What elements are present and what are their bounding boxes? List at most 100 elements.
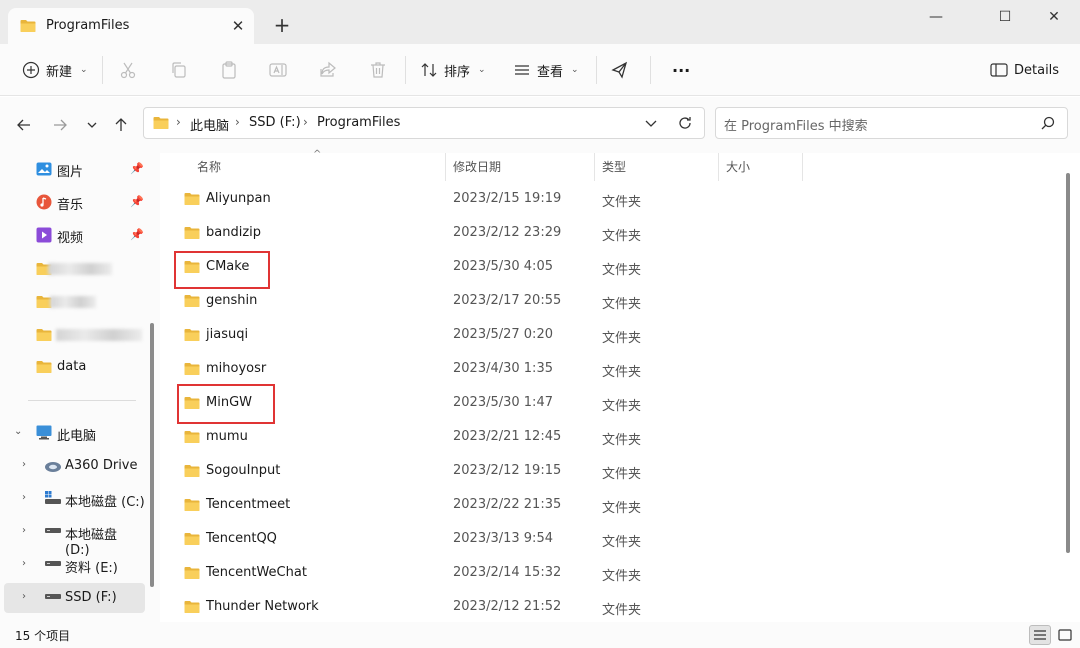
recent-locations-button[interactable]: [80, 113, 104, 137]
file-row[interactable]: TencentWeChat 2023/2/14 15:32 文件夹: [172, 557, 1052, 591]
chevron-right-icon[interactable]: ›: [22, 558, 26, 569]
more-button[interactable]: ···: [672, 58, 690, 82]
sidebar-item-data[interactable]: data: [0, 352, 145, 382]
sort-label: 排序: [444, 64, 471, 80]
refresh-icon[interactable]: [677, 115, 693, 131]
tiles-view-button[interactable]: [1054, 625, 1076, 645]
address-dropdown-icon[interactable]: [644, 118, 658, 130]
address-bar[interactable]: › 此电脑 › SSD (F:) › ProgramFiles: [143, 107, 705, 139]
music-icon: [36, 194, 52, 210]
column-divider[interactable]: [718, 153, 719, 181]
file-row[interactable]: Aliyunpan 2023/2/15 19:19 文件夹: [172, 183, 1052, 217]
sort-button[interactable]: 排序 ⌄: [420, 58, 486, 82]
maximize-button[interactable]: ☐: [982, 6, 1028, 28]
search-input[interactable]: 在 ProgramFiles 中搜索: [715, 107, 1068, 139]
file-name: SogouInput: [206, 463, 281, 478]
rename-icon: [269, 63, 287, 77]
delete-button[interactable]: [368, 58, 388, 82]
file-row[interactable]: Thunder Network 2023/2/12 21:52 文件夹: [172, 591, 1052, 625]
new-tab-button[interactable]: +: [266, 14, 298, 38]
column-divider[interactable]: [802, 153, 803, 181]
file-date: 2023/5/27 0:20: [453, 327, 553, 342]
file-date: 2023/2/12 23:29: [453, 225, 562, 240]
file-row[interactable]: SogouInput 2023/2/12 19:15 文件夹: [172, 455, 1052, 489]
sidebar-item-blurred[interactable]: [0, 253, 145, 283]
sidebar-item-music[interactable]: 音乐 📌: [0, 187, 145, 217]
folder-icon: [184, 600, 200, 614]
view-button[interactable]: 查看 ⌄: [513, 58, 579, 82]
details-pane-icon: [990, 63, 1008, 77]
rename-button[interactable]: [268, 58, 288, 82]
file-name: mumu: [206, 429, 248, 444]
file-list-scrollbar[interactable]: [1066, 173, 1070, 553]
breadcrumb-programfiles[interactable]: ProgramFiles: [317, 115, 400, 130]
chevron-right-icon[interactable]: ›: [22, 591, 26, 602]
breadcrumb-this-pc[interactable]: 此电脑: [190, 115, 229, 134]
sidebar-item-a360[interactable]: › A360 Drive: [0, 451, 145, 481]
sidebar-item-pictures[interactable]: 图片 📌: [0, 154, 145, 184]
tab-close-icon[interactable]: ✕: [228, 16, 248, 36]
column-header-date[interactable]: 修改日期: [453, 158, 501, 175]
file-date: 2023/2/15 19:19: [453, 191, 562, 206]
filter-button[interactable]: [610, 58, 630, 82]
file-row[interactable]: Tencentmeet 2023/2/22 21:35 文件夹: [172, 489, 1052, 523]
sidebar-item-this-pc[interactable]: ⌄ 此电脑: [0, 418, 145, 448]
folder-icon: [20, 19, 36, 33]
back-button[interactable]: [12, 113, 36, 137]
file-row[interactable]: genshin 2023/2/17 20:55 文件夹: [172, 285, 1052, 319]
file-name: jiasuqi: [206, 327, 249, 342]
file-name: genshin: [206, 293, 258, 308]
sidebar-item-blurred[interactable]: [0, 286, 145, 316]
arrow-left-icon: [17, 119, 30, 131]
folder-icon: [184, 532, 200, 546]
file-row[interactable]: MinGW 2023/5/30 1:47 文件夹: [172, 387, 1052, 421]
chevron-right-icon[interactable]: ›: [22, 492, 26, 503]
column-header-size[interactable]: 大小: [726, 158, 750, 175]
command-bar: 新建 ⌄ 排序 ⌄ 查看 ⌄ ··· Details: [0, 44, 1080, 96]
chevron-right-icon: ›: [235, 115, 240, 129]
file-row[interactable]: CMake 2023/5/30 4:05 文件夹: [172, 251, 1052, 285]
sidebar-item-label: data: [57, 359, 87, 374]
cut-button[interactable]: [118, 58, 138, 82]
up-button[interactable]: [109, 113, 133, 137]
tab-programfiles[interactable]: ProgramFiles ✕: [8, 8, 254, 44]
sidebar-item-drive-d[interactable]: › 本地磁盘 (D:): [0, 517, 145, 558]
details-view-button[interactable]: [1029, 625, 1051, 645]
file-name: mihoyosr: [206, 361, 267, 376]
forward-button[interactable]: [48, 113, 72, 137]
share-button[interactable]: [318, 58, 338, 82]
list-view-icon: [1034, 630, 1046, 640]
sidebar-scrollbar[interactable]: [150, 323, 154, 587]
sidebar-item-blurred[interactable]: [0, 319, 145, 349]
sidebar-item-drive-f[interactable]: › SSD (F:): [4, 583, 145, 613]
chevron-expanded-icon[interactable]: ⌄: [14, 426, 22, 437]
address-row: › 此电脑 › SSD (F:) › ProgramFiles 在 Progra…: [0, 97, 1080, 153]
pin-icon: 📌: [130, 162, 144, 175]
folder-icon: [184, 362, 200, 376]
details-button[interactable]: Details: [990, 58, 1059, 82]
file-row[interactable]: TencentQQ 2023/3/13 9:54 文件夹: [172, 523, 1052, 557]
sidebar-item-videos[interactable]: 视频 📌: [0, 220, 145, 250]
file-row[interactable]: mumu 2023/2/21 12:45 文件夹: [172, 421, 1052, 455]
breadcrumb-ssd[interactable]: SSD (F:): [249, 115, 301, 130]
file-row[interactable]: mihoyosr 2023/4/30 1:35 文件夹: [172, 353, 1052, 387]
file-row[interactable]: jiasuqi 2023/5/27 0:20 文件夹: [172, 319, 1052, 353]
paste-button[interactable]: [219, 58, 239, 82]
toolbar-divider: [405, 56, 406, 84]
folder-icon: [184, 192, 200, 206]
column-divider[interactable]: [445, 153, 446, 181]
column-divider[interactable]: [594, 153, 595, 181]
close-window-button[interactable]: ✕: [1031, 6, 1077, 28]
search-placeholder: 在 ProgramFiles 中搜索: [724, 119, 868, 134]
sidebar-item-drive-e[interactable]: › 资料 (E:): [0, 550, 145, 580]
sidebar-item-drive-c[interactable]: › 本地磁盘 (C:): [0, 484, 145, 514]
file-row[interactable]: bandizip 2023/2/12 23:29 文件夹: [172, 217, 1052, 251]
file-type: 文件夹: [602, 603, 642, 618]
new-button[interactable]: 新建 ⌄: [22, 58, 88, 82]
chevron-right-icon[interactable]: ›: [22, 459, 26, 470]
copy-button[interactable]: [169, 58, 189, 82]
column-header-name[interactable]: 名称: [197, 158, 221, 175]
column-header-type[interactable]: 类型: [602, 158, 626, 175]
minimize-button[interactable]: —: [913, 6, 959, 28]
chevron-right-icon[interactable]: ›: [22, 525, 26, 536]
